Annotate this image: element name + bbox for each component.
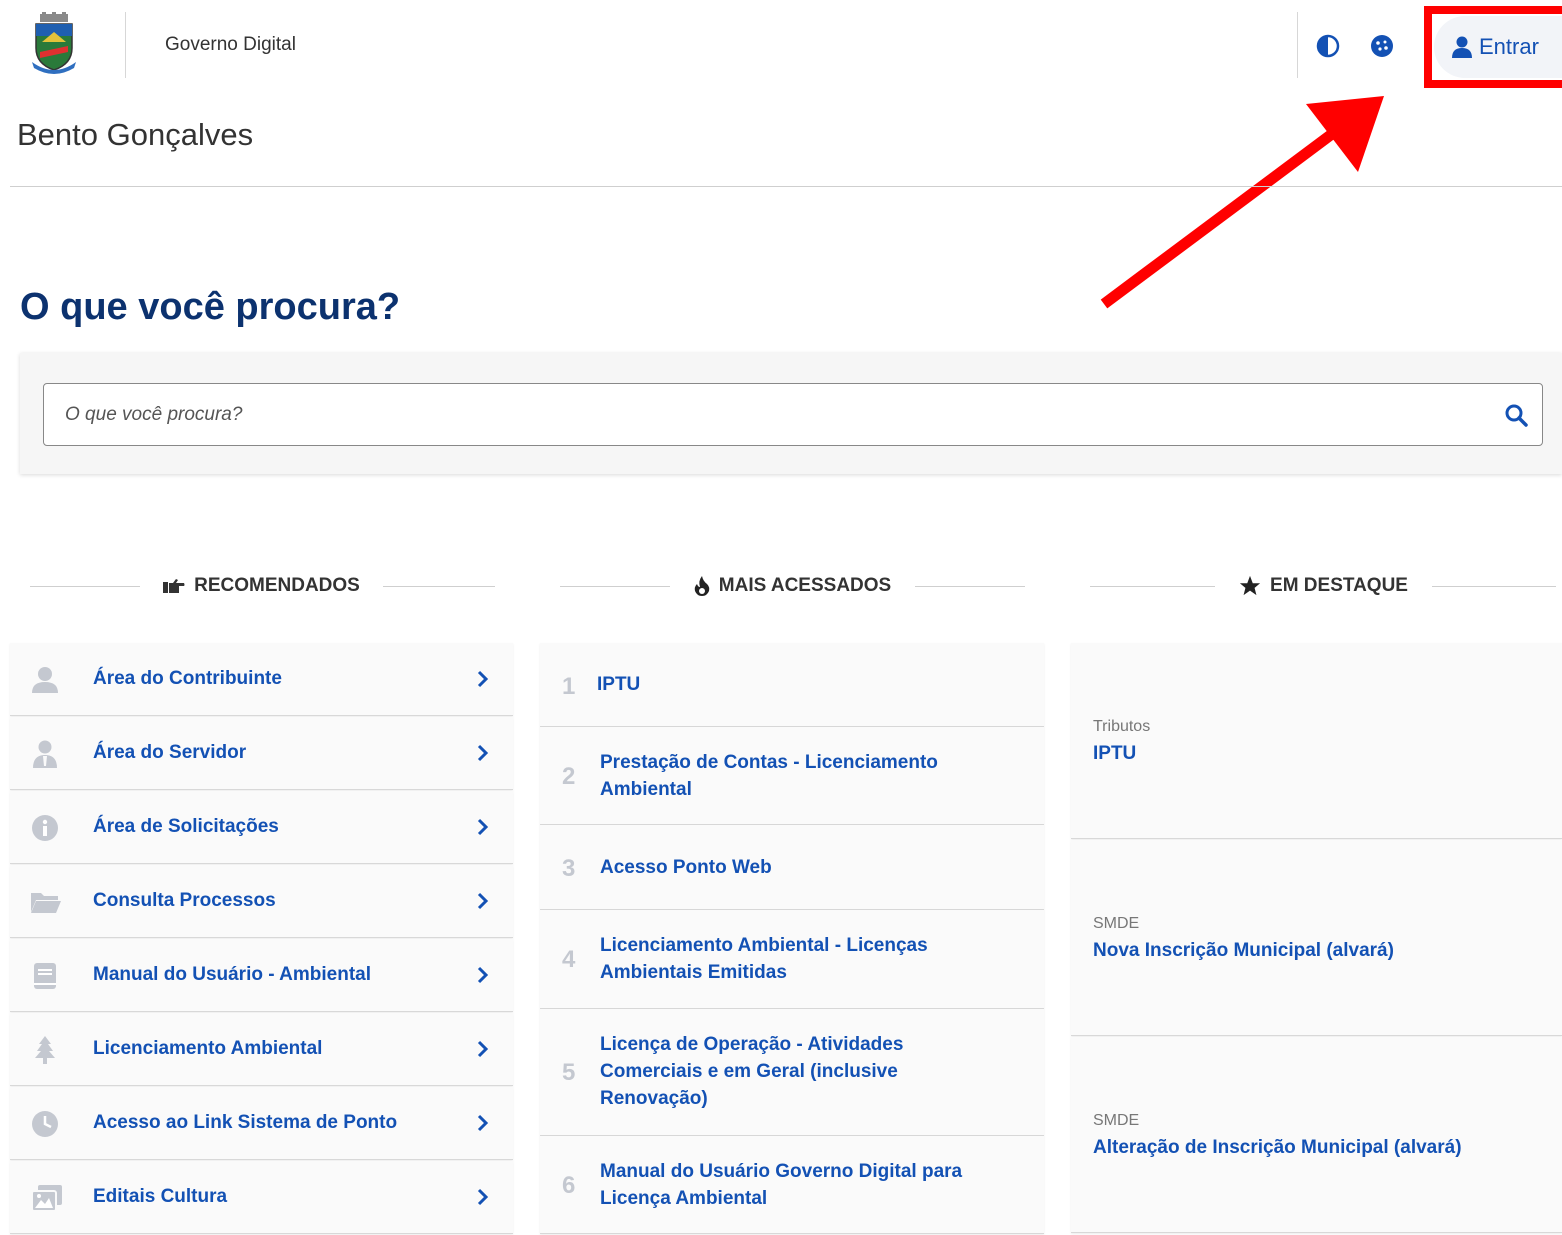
login-button[interactable]: Entrar <box>1434 16 1562 78</box>
list-item[interactable]: 4 Licenciamento Ambiental - Licenças Amb… <box>540 910 1044 1009</box>
section-header-most-accessed: MAIS ACESSADOS <box>670 572 915 600</box>
chevron-right-icon <box>476 965 490 985</box>
login-label: Entrar <box>1479 34 1539 59</box>
list-item-label: Manual do Usuário - Ambiental <box>93 964 371 985</box>
header: Governo Digital Entrar <box>0 0 1562 92</box>
annotation-arrow <box>1100 96 1384 309</box>
user-icon <box>1452 36 1472 58</box>
star-icon <box>1239 575 1261 596</box>
section-line <box>560 586 670 587</box>
rank-number: 4 <box>562 946 576 973</box>
featured-list: Tributos IPTU SMDE Nova Inscrição Munici… <box>1071 643 1562 1234</box>
list-item[interactable]: Área de Solicitações <box>10 791 513 864</box>
city-name: Bento Gonçalves <box>17 117 254 152</box>
user-tie-icon <box>30 739 60 769</box>
list-item-label: Licenciamento Ambiental <box>93 1038 323 1059</box>
list-item[interactable]: Manual do Usuário - Ambiental <box>10 939 513 1012</box>
list-item-label: Área do Servidor <box>93 742 247 763</box>
rank-number: 2 <box>562 763 576 790</box>
list-item-label: Área do Contribuinte <box>93 668 282 689</box>
list-item[interactable]: Licenciamento Ambiental <box>10 1013 513 1086</box>
section-line <box>915 586 1025 587</box>
featured-label: IPTU <box>1093 743 1137 764</box>
list-item-label: Manual do Usuário Governo Digital para L… <box>600 1161 963 1209</box>
header-divider <box>125 12 126 78</box>
section-title: RECOMENDADOS <box>194 575 360 596</box>
chevron-right-icon <box>476 743 490 763</box>
divider <box>10 186 1562 187</box>
section-header-featured: EM DESTAQUE <box>1215 572 1432 600</box>
list-item-label: Licenciamento Ambiental - Licenças Ambie… <box>600 935 928 983</box>
chevron-right-icon <box>476 817 490 837</box>
list-item-label: Acesso Ponto Web <box>600 857 772 878</box>
list-item[interactable]: 5 Licença de Operação - Atividades Comer… <box>540 1009 1044 1136</box>
list-item[interactable]: 2 Prestação de Contas - Licenciamento Am… <box>540 727 1044 825</box>
featured-category: SMDE <box>1093 1112 1140 1129</box>
featured-label: Nova Inscrição Municipal (alvará) <box>1093 940 1394 961</box>
section-line <box>30 586 140 587</box>
most-accessed-list: 1 IPTU 2 Prestação de Contas - Licenciam… <box>540 643 1044 1234</box>
rank-number: 1 <box>562 673 576 700</box>
contrast-icon[interactable] <box>1316 34 1340 58</box>
images-icon <box>30 1183 62 1213</box>
list-item[interactable]: Consulta Processos <box>10 865 513 938</box>
list-item[interactable]: Acesso ao Link Sistema de Ponto <box>10 1087 513 1160</box>
list-item-label: Consulta Processos <box>93 890 276 911</box>
cookie-icon[interactable] <box>1370 34 1394 58</box>
search-icon[interactable] <box>1504 403 1528 427</box>
hand-pointer-icon <box>163 579 185 593</box>
featured-category: SMDE <box>1093 915 1140 932</box>
chevron-right-icon <box>476 891 490 911</box>
folder-icon <box>30 887 61 917</box>
list-item-label: Área de Solicitações <box>93 816 279 837</box>
clock-icon <box>30 1109 60 1139</box>
featured-item[interactable]: SMDE Alteração de Inscrição Municipal (a… <box>1071 1037 1562 1233</box>
section-header-recommended: RECOMENDADOS <box>140 572 383 600</box>
chevron-right-icon <box>476 669 490 689</box>
featured-category: Tributos <box>1093 718 1151 735</box>
section-line <box>1090 586 1215 587</box>
rank-number: 6 <box>562 1172 576 1199</box>
list-item-label: Prestação de Contas - Licenciamento Ambi… <box>600 752 938 800</box>
city-coat-of-arms-logo[interactable] <box>30 12 78 78</box>
list-item-label: Licença de Operação - Atividades Comerci… <box>600 1034 904 1109</box>
list-item[interactable]: 3 Acesso Ponto Web <box>540 825 1044 910</box>
tree-icon <box>30 1035 60 1065</box>
list-item[interactable]: Área do Contribuinte <box>10 643 513 716</box>
list-item[interactable]: 6 Manual do Usuário Governo Digital para… <box>540 1136 1044 1234</box>
rank-number: 5 <box>562 1059 576 1086</box>
list-item-label: IPTU <box>597 674 641 695</box>
user-icon <box>30 665 60 695</box>
info-icon <box>30 813 60 843</box>
book-icon <box>30 961 60 991</box>
section-title: MAIS ACESSADOS <box>718 575 892 596</box>
list-item-label: Editais Cultura <box>93 1186 228 1207</box>
chevron-right-icon <box>476 1039 490 1059</box>
list-item[interactable]: 1 IPTU <box>540 643 1044 727</box>
rank-number: 3 <box>562 855 576 882</box>
chevron-right-icon <box>476 1113 490 1133</box>
list-item-label: Acesso ao Link Sistema de Ponto <box>93 1112 398 1133</box>
header-divider <box>1297 12 1298 78</box>
section-line <box>383 586 495 587</box>
chevron-right-icon <box>476 1187 490 1207</box>
site-name: Governo Digital <box>165 34 296 55</box>
search-title: O que você procura? <box>20 286 401 328</box>
search-input[interactable] <box>43 383 1543 446</box>
featured-item[interactable]: SMDE Nova Inscrição Municipal (alvará) <box>1071 840 1562 1036</box>
section-line <box>1432 586 1556 587</box>
list-item[interactable]: Editais Cultura <box>10 1161 513 1234</box>
featured-label: Alteração de Inscrição Municipal (alvará… <box>1093 1137 1462 1158</box>
featured-item[interactable]: Tributos IPTU <box>1071 643 1562 839</box>
recommended-list: Área do Contribuinte Área do Servidor Ár… <box>10 643 513 1235</box>
list-item[interactable]: Área do Servidor <box>10 717 513 790</box>
fire-icon <box>694 576 710 596</box>
section-title: EM DESTAQUE <box>1270 575 1408 596</box>
